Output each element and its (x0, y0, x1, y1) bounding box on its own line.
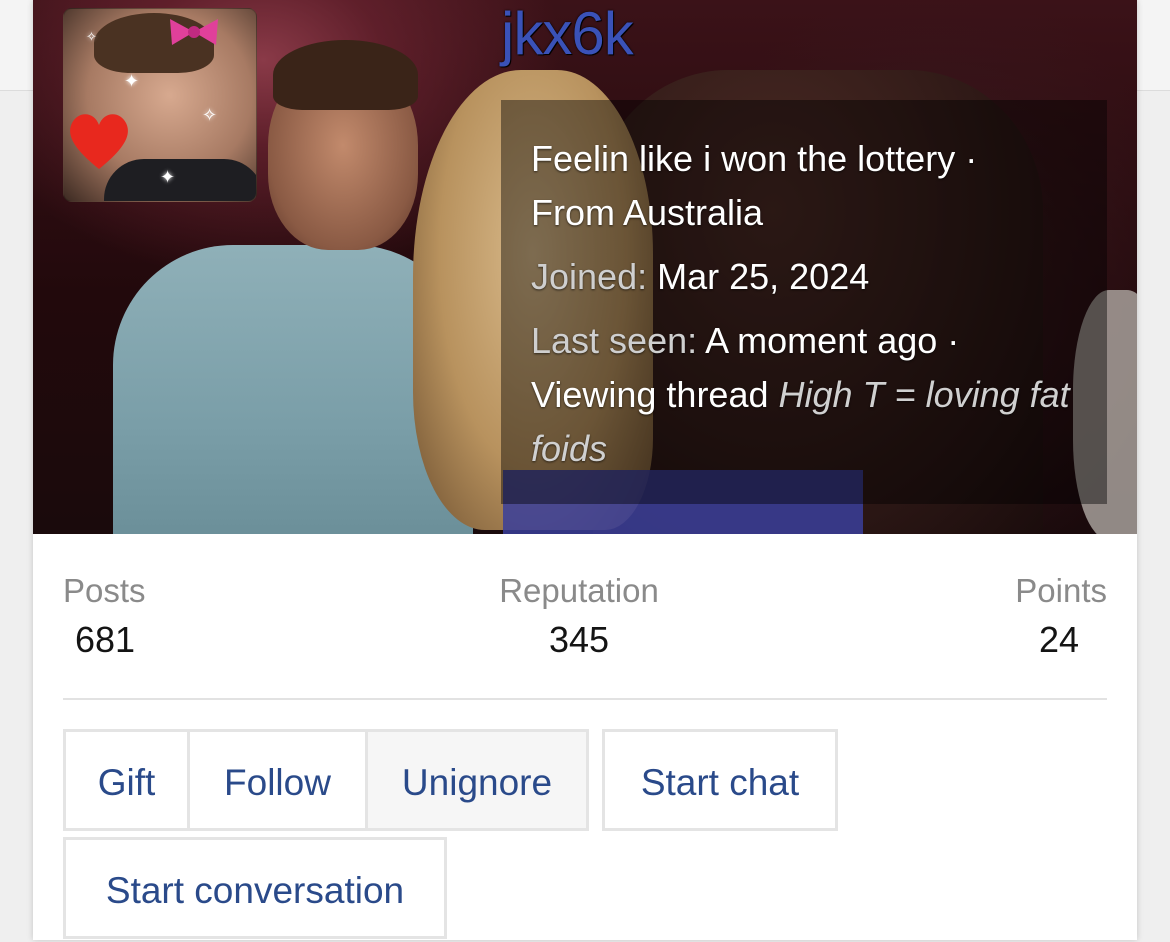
member-tooltip-card: ✦ ✧ ✦ ✧ jkx6k Feelin like i won the lott… (33, 0, 1137, 940)
separator: · (965, 138, 978, 179)
avatar[interactable]: ✦ ✧ ✦ ✧ (63, 8, 257, 202)
stat-label: Points (1015, 572, 1107, 609)
page-edge-right (1136, 0, 1170, 91)
custom-title-line: Feelin like i won the lottery · (531, 132, 977, 186)
username[interactable]: jkx6k (501, 0, 634, 68)
unignore-button[interactable]: Unignore (365, 729, 589, 831)
stat-label: Posts (63, 572, 146, 609)
sparkle-icon: ✦ (160, 167, 176, 187)
joined-date: Mar 25, 2024 (657, 256, 870, 297)
stat-value[interactable]: 681 (63, 614, 146, 666)
joined-label: Joined: (531, 256, 648, 297)
custom-title: Feelin like i won the lottery (531, 138, 956, 179)
follow-button[interactable]: Follow (187, 729, 368, 831)
location[interactable]: From Australia (531, 186, 763, 240)
banner-photo-figure (273, 40, 418, 110)
separator: · (947, 320, 960, 361)
last-seen-line: Last seen: A moment ago · (531, 314, 959, 368)
page-edge-left (0, 0, 34, 91)
stat-posts: Posts 681 (63, 568, 146, 666)
sparkle-icon: ✧ (202, 105, 218, 125)
stat-points: Points 24 (1015, 568, 1107, 666)
activity-line: Viewing thread High T = loving fat foids (531, 368, 1091, 476)
stat-label: Reputation (499, 572, 659, 609)
bow-icon (170, 19, 218, 45)
stat-value: 345 (548, 619, 610, 660)
start-chat-button[interactable]: Start chat (602, 729, 838, 831)
last-seen-value: A moment ago (705, 320, 938, 361)
activity-prefix: Viewing thread (531, 374, 769, 415)
profile-banner: ✦ ✧ ✦ ✧ jkx6k Feelin like i won the lott… (33, 0, 1137, 534)
start-conversation-button[interactable]: Start conversation (63, 837, 447, 939)
stat-value[interactable]: 24 (1015, 614, 1107, 666)
sparkle-icon: ✧ (86, 29, 97, 44)
gift-button[interactable]: Gift (63, 729, 190, 831)
heart-icon (70, 114, 128, 169)
stat-reputation: Reputation 345 (491, 568, 667, 666)
profile-info-box: Feelin like i won the lottery · From Aus… (501, 100, 1107, 504)
sparkle-icon: ✦ (124, 71, 140, 91)
last-seen-label: Last seen: (531, 320, 698, 361)
member-stats: Posts 681 Reputation 345 Points 24 (63, 568, 1107, 700)
joined-line: Joined: Mar 25, 2024 (531, 250, 869, 304)
